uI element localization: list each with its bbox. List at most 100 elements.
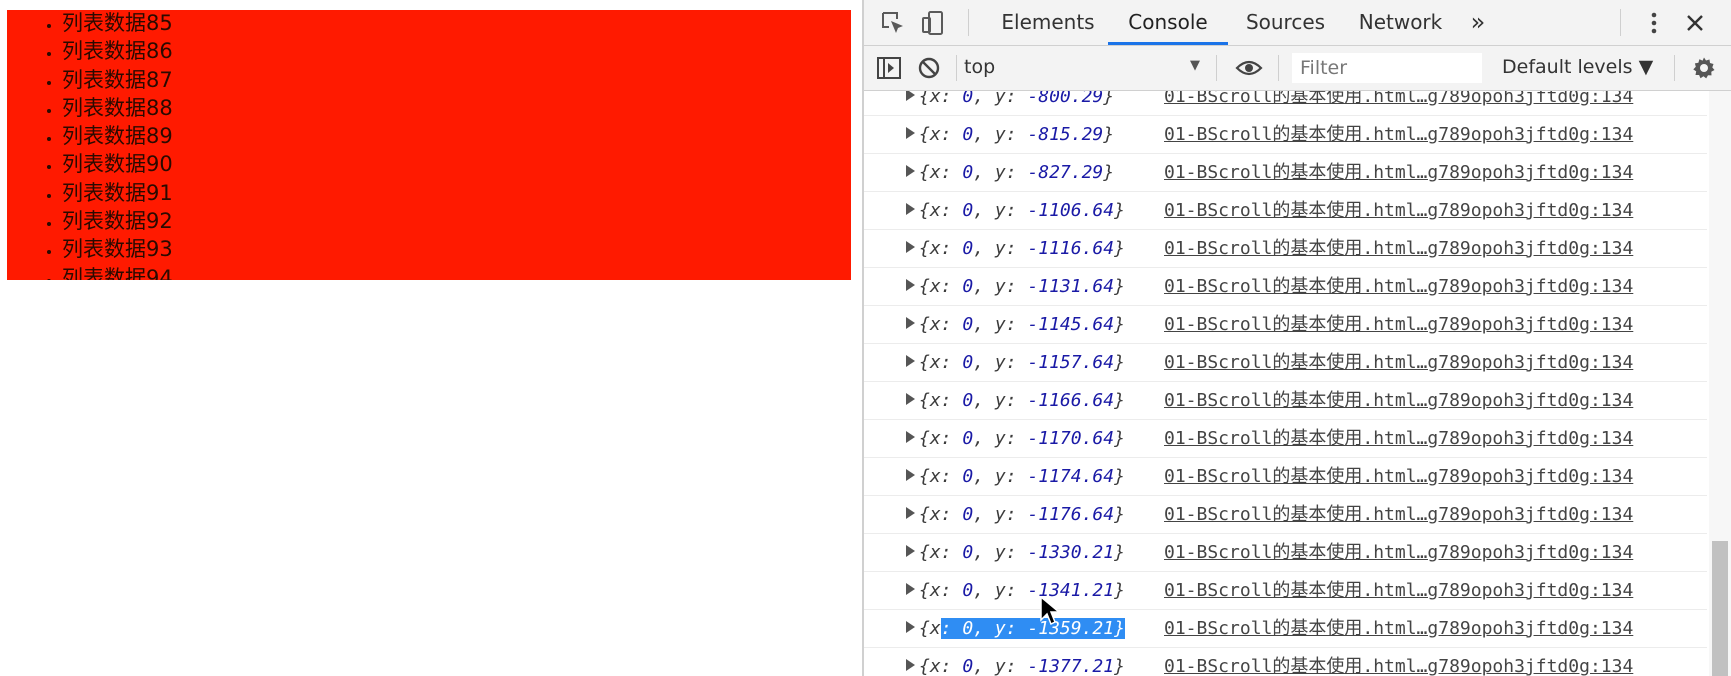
close-icon[interactable] [1680, 8, 1710, 38]
logged-object[interactable]: {x: 0, y: -1330.21} [919, 534, 1125, 572]
logged-object[interactable]: {x: 0, y: -1174.64} [919, 458, 1125, 496]
gear-icon[interactable] [1689, 53, 1719, 83]
console-log-row[interactable]: {x: 0, y: -827.29} 01-BScroll的基本使用.html…g… [864, 154, 1707, 192]
x-value: 0 [962, 428, 974, 449]
source-link[interactable]: 01-BScroll的基本使用.html…g789opoh3jftd0g:134 [1164, 116, 1633, 154]
expand-arrow-icon[interactable] [906, 545, 915, 557]
source-link[interactable]: 01-BScroll的基本使用.html…g789opoh3jftd0g:134 [1164, 382, 1633, 420]
log-levels-dropdown[interactable]: Default levels ▼ [1502, 52, 1653, 82]
context-selector[interactable]: top [964, 52, 1076, 82]
logged-object[interactable]: {x: 0, y: -1170.64} [919, 420, 1125, 458]
expand-arrow-icon[interactable] [906, 507, 915, 519]
console-log-row[interactable]: {x: 0, y: -1170.64} 01-BScroll的基本使用.html…… [864, 420, 1707, 458]
x-value: 0 [962, 352, 974, 373]
x-value: 0 [962, 124, 974, 145]
y-value: -800.29 [1027, 91, 1104, 107]
console-log-row[interactable]: {x: 0, y: -1116.64} 01-BScroll的基本使用.html…… [864, 230, 1707, 268]
source-link[interactable]: 01-BScroll的基本使用.html…g789opoh3jftd0g:134 [1164, 572, 1633, 610]
x-value: 0 [962, 314, 974, 335]
expand-arrow-icon[interactable] [906, 279, 915, 291]
console-log-row[interactable]: {x: 0, y: -1106.64} 01-BScroll的基本使用.html…… [864, 192, 1707, 230]
expand-arrow-icon[interactable] [906, 127, 915, 139]
logged-object[interactable]: {x: 0, y: -1377.21} [919, 648, 1125, 676]
tab-sources[interactable]: Sources [1228, 0, 1343, 45]
expand-arrow-icon[interactable] [906, 91, 915, 101]
more-tabs-button[interactable]: » [1458, 0, 1498, 45]
logged-object[interactable]: {x: 0, y: -827.29} [919, 154, 1114, 192]
console-log-row[interactable]: {x: 0, y: -1359.21} 01-BScroll的基本使用.html…… [864, 610, 1707, 648]
expand-arrow-icon[interactable] [906, 241, 915, 253]
logged-object[interactable]: {x: 0, y: -815.29} [919, 116, 1114, 154]
source-link[interactable]: 01-BScroll的基本使用.html…g789opoh3jftd0g:134 [1164, 230, 1633, 268]
expand-arrow-icon[interactable] [906, 431, 915, 443]
x-value: 0 [962, 618, 974, 639]
data-list: 列表数据85 列表数据86 列表数据87 列表数据88 列表数据89 列表数据9… [7, 10, 851, 280]
expand-arrow-icon[interactable] [906, 355, 915, 367]
console-log-row[interactable]: {x: 0, y: -1176.64} 01-BScroll的基本使用.html…… [864, 496, 1707, 534]
scroll-wrapper[interactable]: 列表数据85 列表数据86 列表数据87 列表数据88 列表数据89 列表数据9… [7, 10, 851, 280]
divider [956, 55, 957, 81]
tab-console[interactable]: Console [1108, 0, 1228, 45]
logged-object[interactable]: {x: 0, y: -1116.64} [919, 230, 1125, 268]
kebab-menu-icon[interactable] [1639, 8, 1669, 38]
x-value: 0 [962, 238, 974, 259]
source-link[interactable]: 01-BScroll的基本使用.html…g789opoh3jftd0g:134 [1164, 610, 1633, 648]
device-toolbar-icon[interactable] [918, 8, 948, 38]
console-toolbar: top ▼ Default levels ▼ [864, 46, 1731, 91]
source-link[interactable]: 01-BScroll的基本使用.html…g789opoh3jftd0g:134 [1164, 268, 1633, 306]
expand-arrow-icon[interactable] [906, 583, 915, 595]
console-scrollbar[interactable] [1709, 91, 1731, 676]
screen: 列表数据85 列表数据86 列表数据87 列表数据88 列表数据89 列表数据9… [0, 0, 1731, 676]
y-value: -1341.21 [1027, 580, 1115, 601]
console-log-row[interactable]: {x: 0, y: -1377.21} 01-BScroll的基本使用.html…… [864, 648, 1707, 676]
expand-arrow-icon[interactable] [906, 621, 915, 633]
console-log-row[interactable]: {x: 0, y: -1157.64} 01-BScroll的基本使用.html…… [864, 344, 1707, 382]
y-value: -1166.64 [1027, 390, 1115, 411]
list-item: 列表数据86 [62, 38, 851, 66]
expand-arrow-icon[interactable] [906, 317, 915, 329]
expand-arrow-icon[interactable] [906, 469, 915, 481]
logged-object[interactable]: {x: 0, y: -1106.64} [919, 192, 1125, 230]
tab-network[interactable]: Network [1343, 0, 1458, 45]
console-log-row[interactable]: {x: 0, y: -1166.64} 01-BScroll的基本使用.html…… [864, 382, 1707, 420]
logged-object[interactable]: {x: 0, y: -1166.64} [919, 382, 1125, 420]
source-link[interactable]: 01-BScroll的基本使用.html…g789opoh3jftd0g:134 [1164, 306, 1633, 344]
source-link[interactable]: 01-BScroll的基本使用.html…g789opoh3jftd0g:134 [1164, 496, 1633, 534]
clear-console-icon[interactable] [914, 53, 944, 83]
inspect-element-icon[interactable] [878, 8, 908, 38]
console-log-row[interactable]: {x: 0, y: -1330.21} 01-BScroll的基本使用.html…… [864, 534, 1707, 572]
source-link[interactable]: 01-BScroll的基本使用.html…g789opoh3jftd0g:134 [1164, 534, 1633, 572]
console-log-row[interactable]: {x: 0, y: -815.29} 01-BScroll的基本使用.html…g… [864, 116, 1707, 154]
chevron-down-icon[interactable]: ▼ [1190, 58, 1200, 73]
console-log-row[interactable]: {x: 0, y: -1145.64} 01-BScroll的基本使用.html…… [864, 306, 1707, 344]
source-link[interactable]: 01-BScroll的基本使用.html…g789opoh3jftd0g:134 [1164, 344, 1633, 382]
source-link[interactable]: 01-BScroll的基本使用.html…g789opoh3jftd0g:134 [1164, 458, 1633, 496]
logged-object[interactable]: {x: 0, y: -1145.64} [919, 306, 1125, 344]
logged-object[interactable]: {x: 0, y: -800.29} [919, 91, 1114, 116]
expand-arrow-icon[interactable] [906, 165, 915, 177]
logged-object[interactable]: {x: 0, y: -1131.64} [919, 268, 1125, 306]
y-value: -1116.64 [1027, 238, 1115, 259]
tab-elements[interactable]: Elements [988, 0, 1108, 45]
filter-input[interactable] [1292, 53, 1482, 83]
console-log-row[interactable]: {x: 0, y: -1174.64} 01-BScroll的基本使用.html…… [864, 458, 1707, 496]
expand-arrow-icon[interactable] [906, 659, 915, 671]
console-log-row[interactable]: {x: 0, y: -1131.64} 01-BScroll的基本使用.html…… [864, 268, 1707, 306]
scrollbar-thumb[interactable] [1712, 541, 1728, 676]
source-link[interactable]: 01-BScroll的基本使用.html…g789opoh3jftd0g:134 [1164, 192, 1633, 230]
eye-icon[interactable] [1234, 53, 1264, 83]
sidebar-toggle-icon[interactable] [874, 53, 904, 83]
console-log-row[interactable]: {x: 0, y: -800.29} 01-BScroll的基本使用.html…g… [864, 91, 1707, 116]
source-link[interactable]: 01-BScroll的基本使用.html…g789opoh3jftd0g:134 [1164, 420, 1633, 458]
console-messages[interactable]: {x: 0, y: -800.29} 01-BScroll的基本使用.html…g… [864, 91, 1731, 676]
expand-arrow-icon[interactable] [906, 203, 915, 215]
logged-object[interactable]: {x: 0, y: -1176.64} [919, 496, 1125, 534]
logged-object[interactable]: {x: 0, y: -1157.64} [919, 344, 1125, 382]
expand-arrow-icon[interactable] [906, 393, 915, 405]
source-link[interactable]: 01-BScroll的基本使用.html…g789opoh3jftd0g:134 [1164, 154, 1633, 192]
logged-object[interactable]: {x: 0, y: -1341.21} [919, 572, 1125, 610]
console-log-row[interactable]: {x: 0, y: -1341.21} 01-BScroll的基本使用.html…… [864, 572, 1707, 610]
source-link[interactable]: 01-BScroll的基本使用.html…g789opoh3jftd0g:134 [1164, 91, 1633, 116]
source-link[interactable]: 01-BScroll的基本使用.html…g789opoh3jftd0g:134 [1164, 648, 1633, 676]
logged-object[interactable]: {x: 0, y: -1359.21} [919, 610, 1125, 648]
